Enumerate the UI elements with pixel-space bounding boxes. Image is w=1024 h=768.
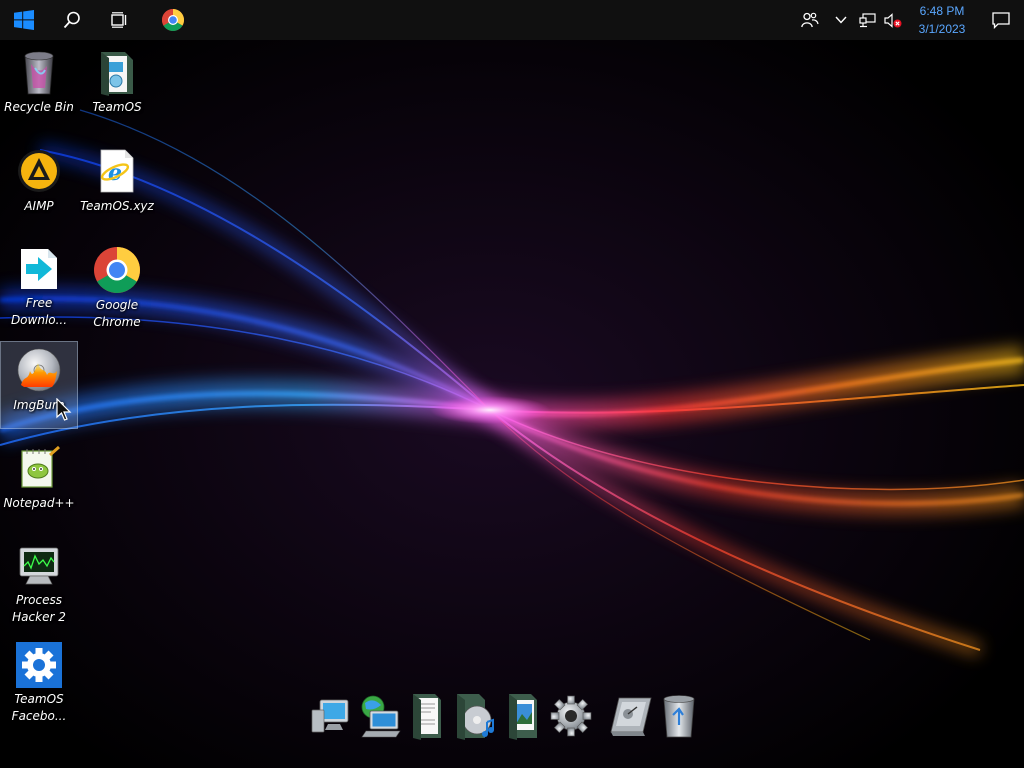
- action-center-icon: [992, 11, 1010, 29]
- action-center-button[interactable]: [978, 0, 1024, 40]
- dock-item-computer[interactable]: [308, 690, 354, 742]
- recycle-bin-icon: [24, 51, 54, 95]
- desktop-icon-free-download-manager[interactable]: Free Downlo...: [1, 242, 77, 328]
- show-hidden-icons-button[interactable]: [828, 0, 854, 40]
- search-button[interactable]: [48, 0, 96, 40]
- documents-folder-icon: [413, 694, 441, 740]
- gear-icon: [16, 642, 62, 689]
- process-hacker-icon: [19, 547, 59, 585]
- task-view-button[interactable]: [96, 0, 144, 40]
- dock-item-network[interactable]: [356, 690, 402, 742]
- desktop-icon-recycle-bin[interactable]: Recycle Bin: [1, 44, 77, 130]
- taskbar-chrome-button[interactable]: [144, 0, 202, 40]
- notepad-plus-plus-icon: [21, 445, 60, 488]
- volume-muted-icon: [884, 12, 902, 28]
- people-icon: [801, 12, 819, 28]
- icon-label: Free Downlo...: [10, 296, 68, 328]
- people-button[interactable]: [792, 0, 828, 40]
- chevron-up-icon: [835, 16, 847, 24]
- system-tray: 6:48 PM 3/1/2023: [792, 0, 1024, 40]
- desktop-icon-teamos-facebook[interactable]: TeamOS Facebo...: [1, 638, 77, 724]
- computer-icon: [311, 699, 349, 733]
- chrome-icon: [162, 9, 184, 31]
- network-globe-icon: [361, 695, 401, 738]
- icon-label: AIMP: [24, 199, 54, 213]
- dock-item-music[interactable]: [452, 690, 498, 742]
- clock-time: 6:48 PM: [919, 4, 965, 18]
- windows-logo-icon: [14, 10, 34, 30]
- start-button[interactable]: [0, 0, 48, 40]
- search-icon: [63, 11, 80, 29]
- imgburn-icon: [17, 348, 61, 392]
- settings-gear-icon: [550, 695, 592, 737]
- icon-label: TeamOS.xyz: [80, 199, 154, 213]
- task-view-icon: [111, 12, 127, 28]
- icon-label: Process Hacker 2: [12, 593, 66, 625]
- dock: [308, 688, 718, 744]
- free-download-manager-icon: [21, 249, 57, 290]
- folder-icon: [101, 52, 133, 96]
- desktop-icon-process-hacker[interactable]: Process Hacker 2: [1, 539, 77, 625]
- dock-item-documents[interactable]: [404, 690, 450, 742]
- music-folder-icon: [457, 694, 494, 740]
- desktop-icon-aimp[interactable]: AIMP: [1, 143, 77, 229]
- clock-date: 3/1/2023: [918, 22, 966, 36]
- network-button[interactable]: [854, 0, 880, 40]
- taskbar: 6:48 PM 3/1/2023: [0, 0, 1024, 40]
- dock-item-control-panel[interactable]: [608, 690, 654, 742]
- chrome-icon: [94, 247, 140, 293]
- icon-label: Notepad++: [3, 496, 75, 510]
- desktop-icon-teamos-xyz[interactable]: e TeamOS.xyz: [79, 143, 155, 229]
- aimp-icon: [18, 150, 60, 192]
- pictures-folder-icon: [509, 694, 537, 740]
- clock[interactable]: 6:48 PM 3/1/2023: [906, 0, 978, 40]
- desktop-icon-teamos-folder[interactable]: TeamOS: [79, 44, 155, 130]
- icon-label: Recycle Bin: [4, 100, 74, 114]
- desktop-icon-notepad-plus-plus[interactable]: Notepad++: [1, 440, 77, 526]
- dock-item-recycle-bin[interactable]: [656, 690, 702, 742]
- icon-label: Google Chrome: [93, 298, 141, 328]
- icon-label: TeamOS Facebo...: [11, 692, 67, 724]
- control-panel-icon: [610, 697, 652, 736]
- recycle-bin-icon: [663, 695, 695, 738]
- internet-explorer-icon: e: [100, 149, 134, 193]
- desktop[interactable]: 6:48 PM 3/1/2023 Recycle Bin AIMP Free D…: [0, 0, 1024, 768]
- dock-item-settings[interactable]: [548, 690, 594, 742]
- dock-item-pictures[interactable]: [500, 690, 546, 742]
- desktop-icon-google-chrome[interactable]: Google Chrome: [79, 242, 155, 328]
- network-icon: [858, 12, 876, 27]
- mouse-cursor-icon: [56, 398, 72, 421]
- volume-button[interactable]: [880, 0, 906, 40]
- icon-label: TeamOS: [92, 100, 142, 114]
